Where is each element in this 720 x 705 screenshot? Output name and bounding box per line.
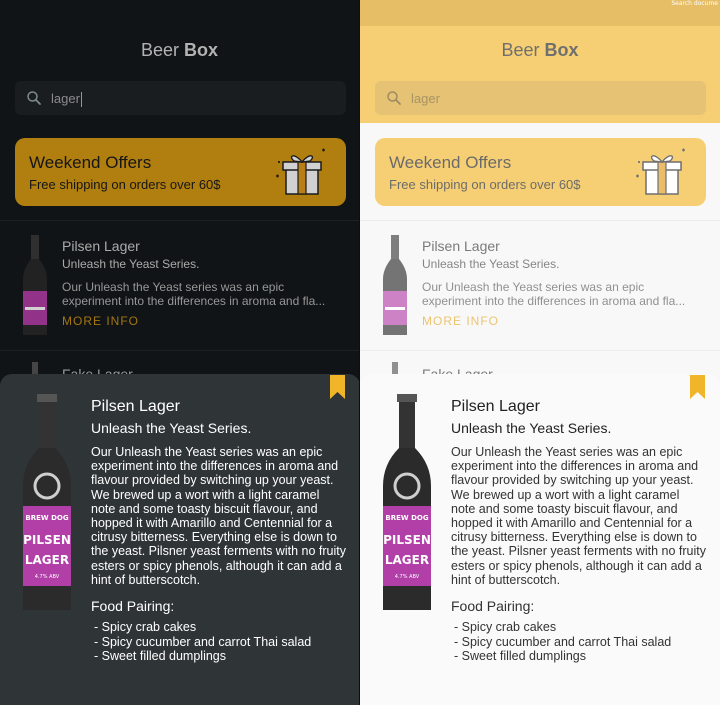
beer-detail-sheet: BREW DOG PILSEN LAGER 4.7% ABV Pilsen La…: [360, 374, 720, 705]
detail-beer-tagline: Unleash the Yeast Series.: [91, 420, 252, 436]
food-pairing-list: - Spicy crab cakes - Spicy cucumber and …: [454, 620, 671, 664]
food-pairing-heading: Food Pairing:: [91, 598, 175, 614]
detail-beer-name: Pilsen Lager: [91, 398, 180, 415]
bottle-label-line1: PILSEN: [383, 533, 431, 547]
detail-beer-name: Pilsen Lager: [451, 398, 540, 415]
bookmark-icon[interactable]: [330, 375, 345, 399]
bottle-abv-text: 4.7% ABV: [35, 574, 60, 580]
bottle-label-line1: PILSEN: [23, 533, 71, 547]
food-pairing-item: - Spicy cucumber and carrot Thai salad: [454, 634, 672, 649]
bottle-label-line2: LAGER: [385, 553, 429, 567]
food-pairing-heading: Food Pairing:: [451, 598, 535, 614]
food-pairing-item: - Spicy cucumber and carrot Thai salad: [94, 634, 312, 649]
bookmark-icon[interactable]: [690, 375, 705, 399]
bottle-abv-text: 4.7% ABV: [395, 574, 420, 580]
food-pairing-item: - Spicy crab cakes: [454, 620, 557, 634]
bottle-brand-text: BREW DOG: [385, 514, 428, 522]
food-pairing-item: - Sweet filled dumplings: [454, 649, 587, 663]
food-pairing-item: - Sweet filled dumplings: [94, 649, 227, 663]
bottle-label-line2: LAGER: [25, 553, 69, 567]
detail-beer-description: Our Unleash the Yeast series was an epic…: [91, 445, 346, 587]
food-pairing-item: - Spicy crab cakes: [94, 620, 197, 634]
detail-beer-description: Our Unleash the Yeast series was an epic…: [451, 445, 706, 587]
beer-bottle-image: BREW DOG PILSEN LAGER 4.7% ABV: [23, 394, 71, 610]
beer-detail-sheet: BREW DOG PILSEN LAGER 4.7% ABV Pilsen La…: [0, 374, 359, 705]
bottle-brand-text: BREW DOG: [25, 514, 68, 522]
beer-bottle-image: BREW DOG PILSEN LAGER 4.7% ABV: [383, 394, 431, 610]
light-theme-screen: Search docume Beer Box lager Weekend Off…: [360, 0, 720, 705]
detail-beer-tagline: Unleash the Yeast Series.: [451, 420, 612, 436]
food-pairing-list: - Spicy crab cakes - Spicy cucumber and …: [94, 620, 311, 664]
dark-theme-screen: Beer Box lager Weekend Offers Free shipp…: [0, 0, 360, 705]
